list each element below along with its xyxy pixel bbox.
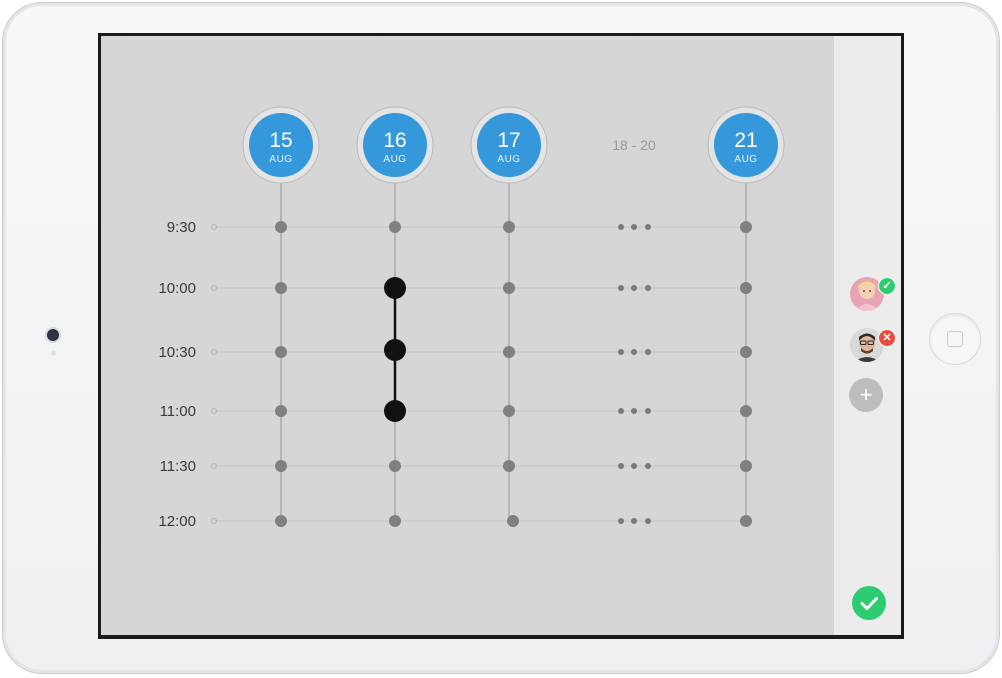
- ellipsis-dot: [631, 349, 637, 355]
- ellipsis-dot: [631, 518, 637, 524]
- schedule-timeline: 9:30 10:00 10:30 11:00 11:30 12:00 15 AU…: [158, 106, 785, 530]
- slot-17-0930[interactable]: [503, 221, 515, 233]
- date-day: 21: [734, 129, 757, 152]
- home-icon: [947, 331, 963, 347]
- slot-15-1200[interactable]: [275, 515, 287, 527]
- ellipsis-dot: [618, 349, 624, 355]
- ellipsis-dot: [618, 463, 624, 469]
- ellipsis-dot: [631, 224, 637, 230]
- ellipsis-dot: [645, 518, 651, 524]
- slot-21-1100[interactable]: [740, 405, 752, 417]
- slot-17-1200[interactable]: [507, 515, 519, 527]
- ellipsis-dot: [631, 285, 637, 291]
- slot-17-1000[interactable]: [503, 282, 515, 294]
- slot-15-0930[interactable]: [275, 221, 287, 233]
- slot-21-1030[interactable]: [740, 346, 752, 358]
- date-month: AUG: [497, 154, 520, 165]
- close-icon: ✕: [878, 329, 896, 347]
- schedule-area: 9:30 10:00 10:30 11:00 11:30 12:00 15 AU…: [101, 36, 834, 635]
- slot-16-1200[interactable]: [389, 515, 401, 527]
- time-label: 10:30: [158, 344, 196, 361]
- slot-15-1000[interactable]: [275, 282, 287, 294]
- row-lines: [214, 226, 751, 522]
- slot-17-1100[interactable]: [503, 405, 515, 417]
- time-label: 11:30: [160, 458, 196, 475]
- slot-16-1130[interactable]: [389, 460, 401, 472]
- row-markers: [211, 224, 217, 524]
- slot-15-1030[interactable]: [275, 346, 287, 358]
- collapsed-range-dots[interactable]: [618, 224, 651, 524]
- time-labels: 9:30 10:00 10:30 11:00 11:30 12:00: [158, 219, 196, 530]
- slot-17-1130[interactable]: [503, 460, 515, 472]
- date-day: 15: [269, 129, 292, 152]
- ellipsis-dot: [645, 285, 651, 291]
- light-sensor: [51, 351, 56, 356]
- date-month: AUG: [383, 154, 406, 165]
- plus-icon: +: [859, 382, 873, 407]
- ellipsis-dot: [645, 224, 651, 230]
- slot-15-1130[interactable]: [275, 460, 287, 472]
- date-day: 16: [383, 129, 406, 152]
- slot-21-0930[interactable]: [740, 221, 752, 233]
- time-label: 10:00: [158, 280, 196, 297]
- check-icon: [860, 597, 878, 610]
- date-day: 17: [497, 129, 520, 152]
- home-button[interactable]: [929, 313, 981, 365]
- time-label: 12:00: [158, 513, 196, 530]
- collapsed-date-range[interactable]: 18 - 20: [612, 137, 656, 153]
- front-camera: [47, 329, 59, 341]
- ellipsis-dot: [618, 408, 624, 414]
- ellipsis-dot: [618, 518, 624, 524]
- date-month: AUG: [269, 154, 292, 165]
- slot-16-1030-selected[interactable]: [384, 339, 406, 361]
- slot-15-1100[interactable]: [275, 405, 287, 417]
- date-header-16[interactable]: 16 AUG: [356, 106, 434, 184]
- date-month: AUG: [734, 154, 757, 165]
- add-participant-button[interactable]: +: [849, 378, 883, 412]
- ellipsis-dot: [645, 349, 651, 355]
- slot-21-1000[interactable]: [740, 282, 752, 294]
- slot-21-1200[interactable]: [740, 515, 752, 527]
- ellipsis-dot: [618, 285, 624, 291]
- date-header-17[interactable]: 17 AUG: [470, 106, 548, 184]
- ellipsis-dot: [645, 408, 651, 414]
- slot-21-1130[interactable]: [740, 460, 752, 472]
- ellipsis-dot: [618, 224, 624, 230]
- slot-16-1000-selected[interactable]: [384, 277, 406, 299]
- ellipsis-dot: [645, 463, 651, 469]
- slot-16-1100-selected[interactable]: [384, 400, 406, 422]
- ellipsis-dot: [631, 408, 637, 414]
- time-label: 9:30: [167, 219, 196, 236]
- confirm-button[interactable]: [852, 586, 886, 620]
- slot-16-0930[interactable]: [389, 221, 401, 233]
- date-header-21[interactable]: 21 AUG: [707, 106, 785, 184]
- check-icon: ✓: [878, 277, 896, 295]
- time-label: 11:00: [160, 403, 196, 420]
- ellipsis-dot: [631, 463, 637, 469]
- date-header-15[interactable]: 15 AUG: [242, 106, 320, 184]
- slot-17-1030[interactable]: [503, 346, 515, 358]
